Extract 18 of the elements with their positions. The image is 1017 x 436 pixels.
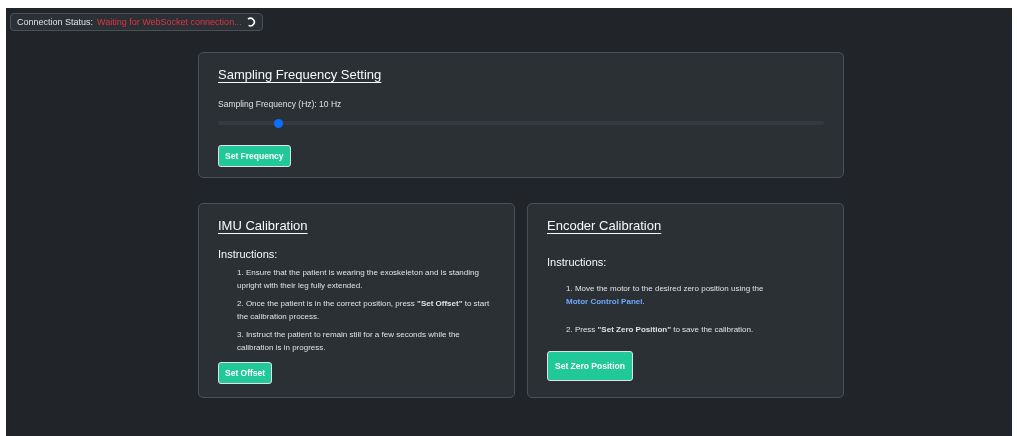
card-title: Sampling Frequency Setting xyxy=(218,67,382,82)
instructions-heading: Instructions: xyxy=(218,248,279,260)
card-title: Encoder Calibration xyxy=(547,218,662,233)
instruction-step: 2. Once the patient is in the correct position, press "Set Offset" to start the calibration process. xyxy=(237,297,495,323)
instruction-step: 3. Instruct the patient to remain still for a few seconds while the calibration is in progress. xyxy=(237,328,495,354)
set-zero-position-button[interactable]: Set Zero Position xyxy=(547,351,633,381)
status-label: Connection Status: xyxy=(17,17,94,27)
instruction-step: 1. Move the motor to the desired zero position using the Motor Control Panel. xyxy=(566,282,824,308)
loading-spinner-icon xyxy=(245,17,256,27)
set-frequency-button[interactable]: Set Frequency xyxy=(218,145,291,167)
slider-thumb[interactable] xyxy=(274,118,284,128)
instructions-heading: Instructions: xyxy=(547,256,608,268)
card-title: IMU Calibration xyxy=(218,218,308,233)
slider-label: Sampling Frequency (Hz): 10 Hz xyxy=(218,99,343,109)
instruction-step: 2. Press "Set Zero Position" to save the calibration. xyxy=(566,323,824,336)
set-offset-button[interactable]: Set Offset xyxy=(218,362,273,384)
instruction-step: 1. Ensure that the patient is wearing the exoskeleton and is standing upright with their leg fully extended. xyxy=(237,266,495,292)
status-value: Waiting for WebSocket connection... xyxy=(97,17,242,27)
